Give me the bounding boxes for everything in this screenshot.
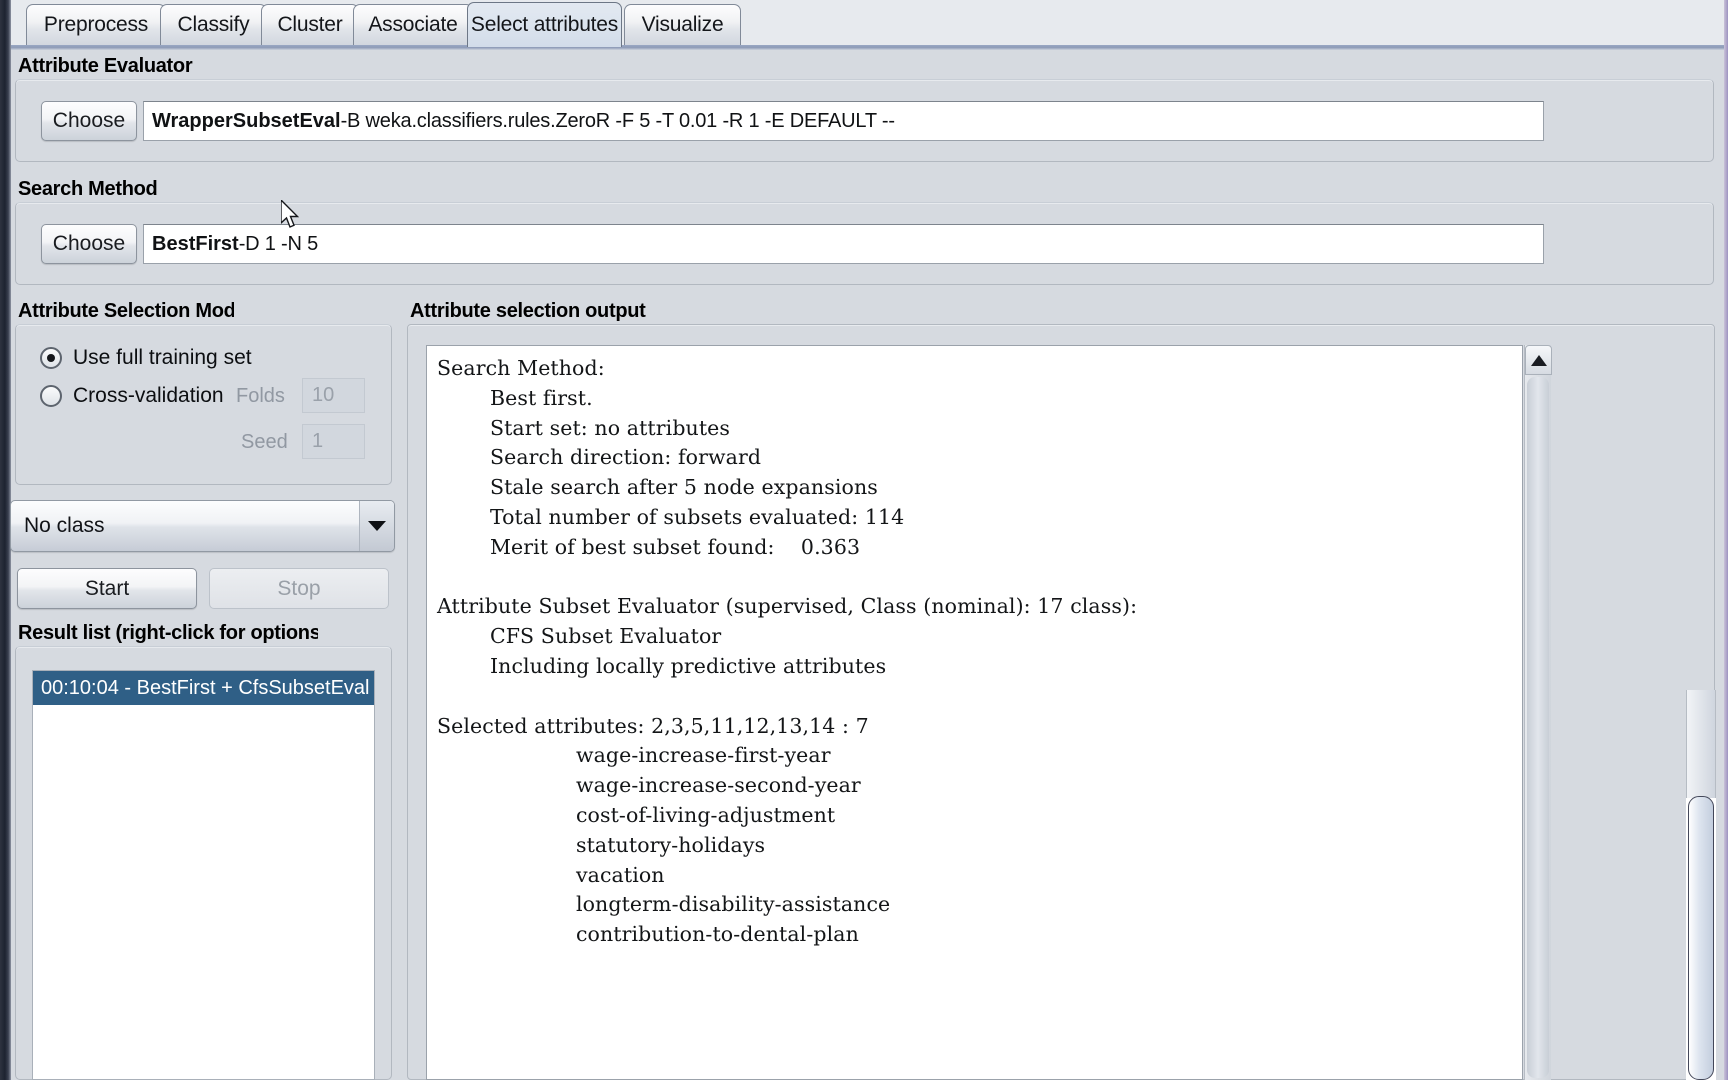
window-scrollbar-track[interactable]	[1686, 690, 1716, 798]
seed-value: 1	[312, 430, 324, 452]
triangle-up-icon[interactable]	[1525, 345, 1552, 375]
window-scrollbar-thumb[interactable]	[1688, 796, 1714, 1080]
start-button-label: Start	[84, 576, 130, 600]
folds-input[interactable]: 10	[302, 378, 365, 413]
choose-evaluator-button[interactable]: Choose	[41, 101, 137, 141]
tab-select-attributes[interactable]: Select attributes	[467, 2, 622, 47]
weka-explorer-window: Preprocess Classify Cluster Associate Se…	[0, 0, 1728, 1080]
radio-label: Cross-validation	[73, 384, 224, 407]
choose-button-label: Choose	[52, 232, 126, 255]
window-right-border	[1724, 0, 1728, 1080]
output-text: Search Method: Best first. Start set: no…	[437, 356, 1138, 947]
choose-button-label: Choose	[52, 109, 126, 132]
stop-button-label: Stop	[277, 576, 321, 600]
output-scrollbar-track[interactable]	[1527, 377, 1549, 1078]
tab-label: Visualize	[641, 13, 724, 36]
tab-label: Select attributes	[470, 13, 619, 36]
class-select-value: No class	[24, 514, 105, 537]
search-method-section-title: Search Method	[18, 178, 158, 200]
evaluator-config-field[interactable]: WrapperSubsetEval -B weka.classifiers.ru…	[143, 101, 1544, 141]
search-scheme-args: -D 1 -N 5	[238, 232, 319, 255]
search-scheme-name: BestFirst	[152, 232, 239, 255]
tab-strip-underline	[11, 45, 1724, 50]
radio-indicator	[40, 347, 62, 369]
output-scrollbar[interactable]	[1524, 345, 1552, 1080]
tab-classify[interactable]: Classify	[160, 4, 267, 45]
start-button[interactable]: Start	[17, 568, 197, 609]
radio-use-full-training-set[interactable]: Use full training set	[40, 346, 252, 370]
folds-value: 10	[312, 384, 335, 406]
tab-preprocess[interactable]: Preprocess	[26, 4, 166, 45]
stop-button: Stop	[209, 568, 389, 609]
seed-input[interactable]: 1	[302, 424, 365, 459]
evaluator-scheme-name: WrapperSubsetEval	[152, 109, 341, 132]
class-select-combobox[interactable]: No class	[10, 500, 395, 552]
radio-label: Use full training set	[73, 346, 252, 369]
search-method-config-field[interactable]: BestFirst -D 1 -N 5	[143, 224, 1544, 264]
tab-associate[interactable]: Associate	[353, 4, 473, 45]
tab-label: Cluster	[277, 13, 343, 36]
chevron-down-icon[interactable]	[359, 501, 394, 551]
list-item[interactable]: 00:10:04 - BestFirst + CfsSubsetEval	[33, 671, 374, 705]
folds-label: Folds	[236, 385, 285, 407]
radio-cross-validation[interactable]: Cross-validation	[40, 384, 224, 408]
result-list[interactable]: 00:10:04 - BestFirst + CfsSubsetEval	[32, 670, 375, 1080]
attribute-selection-output[interactable]: Search Method: Best first. Start set: no…	[426, 345, 1523, 1080]
evaluator-scheme-args: -B weka.classifiers.rules.ZeroR -F 5 -T …	[340, 109, 895, 132]
result-list-section-title: Result list (right-click for options)	[18, 622, 318, 644]
attribute-evaluator-section-title: Attribute Evaluator	[18, 55, 193, 77]
tab-cluster[interactable]: Cluster	[261, 4, 359, 45]
tab-visualize[interactable]: Visualize	[624, 4, 741, 45]
radio-indicator	[40, 385, 62, 407]
selection-mode-section-title: Attribute Selection Mode	[18, 300, 234, 322]
tab-label: Classify	[177, 13, 250, 36]
list-item-label: 00:10:04 - BestFirst + CfsSubsetEval	[41, 676, 370, 699]
tab-label: Preprocess	[43, 13, 149, 36]
output-section-title: Attribute selection output	[410, 300, 646, 322]
choose-search-method-button[interactable]: Choose	[41, 224, 137, 264]
tab-label: Associate	[368, 13, 458, 36]
seed-label: Seed	[241, 431, 288, 453]
